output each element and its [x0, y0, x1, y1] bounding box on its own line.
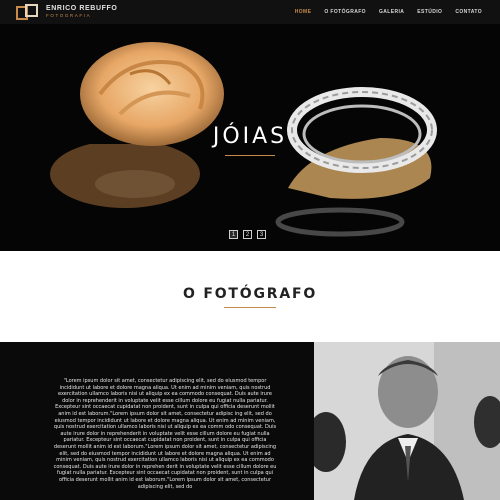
hero-title: JÓIAS — [212, 124, 288, 149]
nav-galeria[interactable]: GALERIA — [379, 9, 404, 15]
bio-panel: "Lorem ipsum dolor sit amet, consectetur… — [0, 342, 314, 500]
logo-text: ENRICO REBUFFO FOTOGRAFIA — [46, 5, 117, 19]
site-header: ENRICO REBUFFO FOTOGRAFIA HOME O FOTÓGRA… — [0, 0, 500, 24]
brand-name: ENRICO REBUFFO — [46, 5, 118, 13]
slide-1-button[interactable]: 1 — [229, 230, 238, 239]
brand-tagline: FOTOGRAFIA — [46, 13, 92, 19]
nav-contato[interactable]: CONTATO — [455, 9, 482, 15]
main-nav: HOME O FOTÓGRAFO GALERIA ESTÚDIO CONTATO — [295, 0, 482, 24]
nav-home[interactable]: HOME — [295, 9, 312, 15]
ring-reflection-image — [275, 207, 405, 237]
hero-title-underline — [225, 155, 275, 156]
section-title: O FOTÓGRAFO — [182, 286, 318, 302]
logo[interactable]: ENRICO REBUFFO FOTOGRAFIA — [16, 0, 117, 24]
hero-slider: JÓIAS 1 2 3 — [0, 24, 500, 251]
slider-pager: 1 2 3 — [229, 230, 266, 239]
section-title-underline — [224, 307, 276, 308]
slide-3-button[interactable]: 3 — [257, 230, 266, 239]
photographer-photo — [314, 342, 500, 500]
bio-text: "Lorem ipsum dolor sit amet, consectetur… — [53, 378, 277, 490]
rose-reflection-image — [50, 144, 200, 208]
nav-o-fotografo[interactable]: O FOTÓGRAFO — [324, 9, 366, 15]
nav-estudio[interactable]: ESTÚDIO — [417, 9, 442, 15]
photographer-portrait-image — [314, 342, 500, 500]
slide-2-button[interactable]: 2 — [243, 230, 252, 239]
logo-mark-icon — [16, 3, 40, 21]
